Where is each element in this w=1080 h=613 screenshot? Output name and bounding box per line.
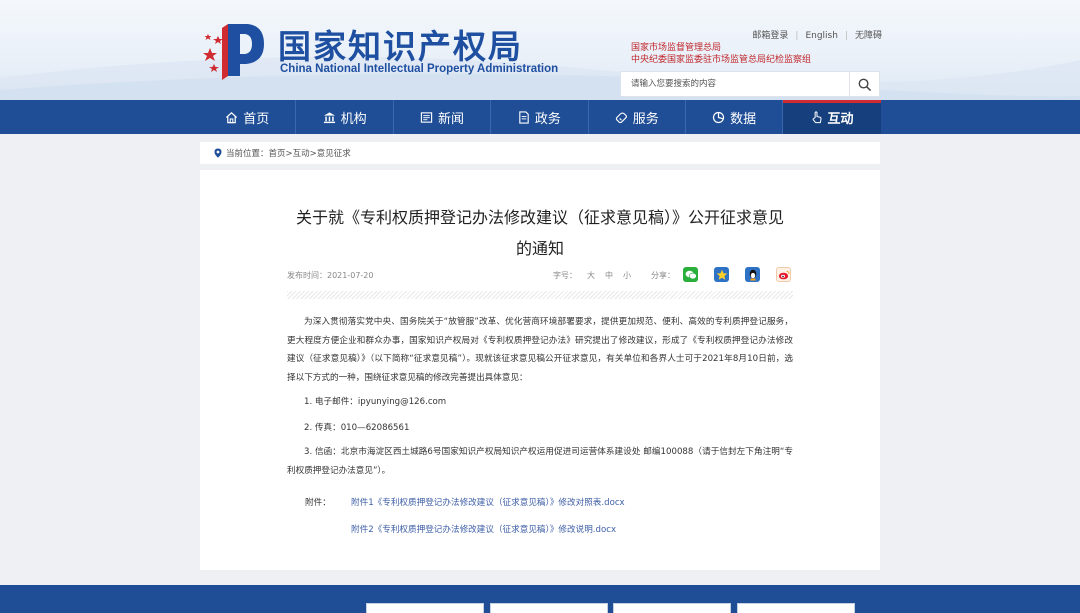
service-icon [615,112,627,123]
data-chart-icon [713,111,725,123]
nav-item-interaction[interactable]: 互动 [783,100,882,134]
site-header: 国家知识产权局 China National Intellectual Prop… [0,0,1080,100]
nav-item-label: 新闻 [437,111,464,127]
search-button[interactable] [849,72,879,96]
star-icon [716,269,727,280]
footer-link-box[interactable] [613,603,731,613]
contact-email: 1. 电子邮件：ipyunying@126.com [304,397,447,408]
site-footer [0,585,1080,613]
english-link[interactable]: English [805,31,838,41]
main-nav: 首页 机构 新闻 政务 服务 数据 互动 [0,100,1080,134]
nav-item-government[interactable]: 政务 [491,100,589,134]
meta-divider [287,291,793,299]
nav-item-label: 互动 [827,111,854,127]
wechat-share-button[interactable] [683,267,698,282]
qq-share-button[interactable] [745,267,760,282]
nav-item-label: 服务 [632,111,659,127]
contact-fax: 2. 传真：010—62086561 [304,422,410,433]
nav-item-service[interactable]: 服务 [589,100,686,134]
parent-orgs: 国家市场监督管理总局 中央纪委国家监委驻市场监管总局纪检监察组 [631,42,811,66]
cnipa-emblem-icon [203,24,264,80]
article-title: 关于就《专利权质押登记办法修改建议（征求意见稿）》公开征求意见 的通知 [260,202,820,264]
institution-icon [323,111,335,123]
weibo-icon [778,270,789,279]
article-title-line-1: 关于就《专利权质押登记办法修改建议（征求意见稿）》公开征求意见 [295,208,784,227]
site-logo[interactable]: 国家知识产权局 China National Intellectual Prop… [200,18,558,80]
breadcrumb: 当前位置：首页>互动>意见征求 [200,142,880,164]
qzone-share-button[interactable] [714,267,729,282]
publish-date: 发布时间：2021-07-20 [287,271,374,280]
font-size-large-button[interactable]: 大 [587,271,595,280]
article-meta: 发布时间：2021-07-20 字号： 大 中 小 分享： [287,267,793,286]
nav-item-home[interactable]: 首页 [199,100,297,134]
font-size-small-button[interactable]: 小 [623,271,631,280]
home-icon [226,111,238,123]
nav-item-label: 数据 [730,111,757,127]
site-name-cn: 国家知识产权局 [278,27,523,66]
divider: | [795,31,799,41]
mail-login-link[interactable]: 邮箱登录 [752,28,788,41]
article-body: 为深入贯彻落实党中央、国务院关于“放管服”改革、优化营商环境部署要求，提供更加规… [287,313,793,481]
search-icon [858,78,871,91]
attachment-label: 附件： [305,498,331,508]
org-samr-link[interactable]: 国家市场监督管理总局 [631,42,811,54]
news-icon [420,111,433,123]
footer-link-box[interactable] [490,603,608,613]
share-icons [683,267,807,282]
qq-penguin-icon [749,269,756,280]
nav-item-institution[interactable]: 机构 [296,100,394,134]
font-size-medium-button[interactable]: 中 [605,271,613,280]
document-icon [519,110,529,124]
article-paragraph: 为深入贯彻落实党中央、国务院关于“放管服”改革、优化营商环境部署要求，提供更加规… [287,317,793,383]
article-title-line-2: 的通知 [515,239,564,258]
divider: | [844,31,848,41]
attachment-link-2[interactable]: 附件2《专利权质押登记办法修改建议（征求意见稿）》修改说明.docx [351,517,625,544]
search-box [620,71,880,97]
org-discipline-link[interactable]: 中央纪委国家监委驻市场监管总局纪检监察组 [631,54,811,66]
nav-item-label: 机构 [340,111,367,127]
nav-item-label: 政务 [534,111,561,127]
footer-link-box[interactable] [366,603,484,613]
wechat-icon [685,270,697,279]
weibo-share-button[interactable] [776,267,791,282]
font-size-label: 字号： [553,271,577,280]
share-label: 分享： [651,271,675,280]
top-links: 邮箱登录 | English | 无障碍 [752,28,882,41]
nav-item-data[interactable]: 数据 [686,100,784,134]
nav-item-news[interactable]: 新闻 [394,100,492,134]
contact-mail: 3. 信函：北京市海淀区西土城路6号国家知识产权局知识产权运用促进司运营体系建设… [287,447,793,476]
site-name-en: China National Intellectual Property Adm… [280,63,559,75]
location-pin-icon [214,148,222,158]
article-card: 关于就《专利权质押登记办法修改建议（征求意见稿）》公开征求意见 的通知 发布时间… [200,170,880,570]
nav-item-label: 首页 [243,111,270,127]
search-input[interactable] [621,72,851,96]
attachment-link-1[interactable]: 附件1《专利权质押登记办法修改建议（征求意见稿）》修改对照表.docx [351,490,625,517]
hand-pointer-icon [812,110,822,123]
breadcrumb-text[interactable]: 当前位置：首页>互动>意见征求 [226,147,351,159]
attachments: 附件： 附件1《专利权质押登记办法修改建议（征求意见稿）》修改对照表.docx … [305,490,625,544]
font-size-switcher: 字号： 大 中 小 [553,270,631,281]
accessibility-link[interactable]: 无障碍 [855,28,882,41]
footer-link-box[interactable] [737,603,855,613]
